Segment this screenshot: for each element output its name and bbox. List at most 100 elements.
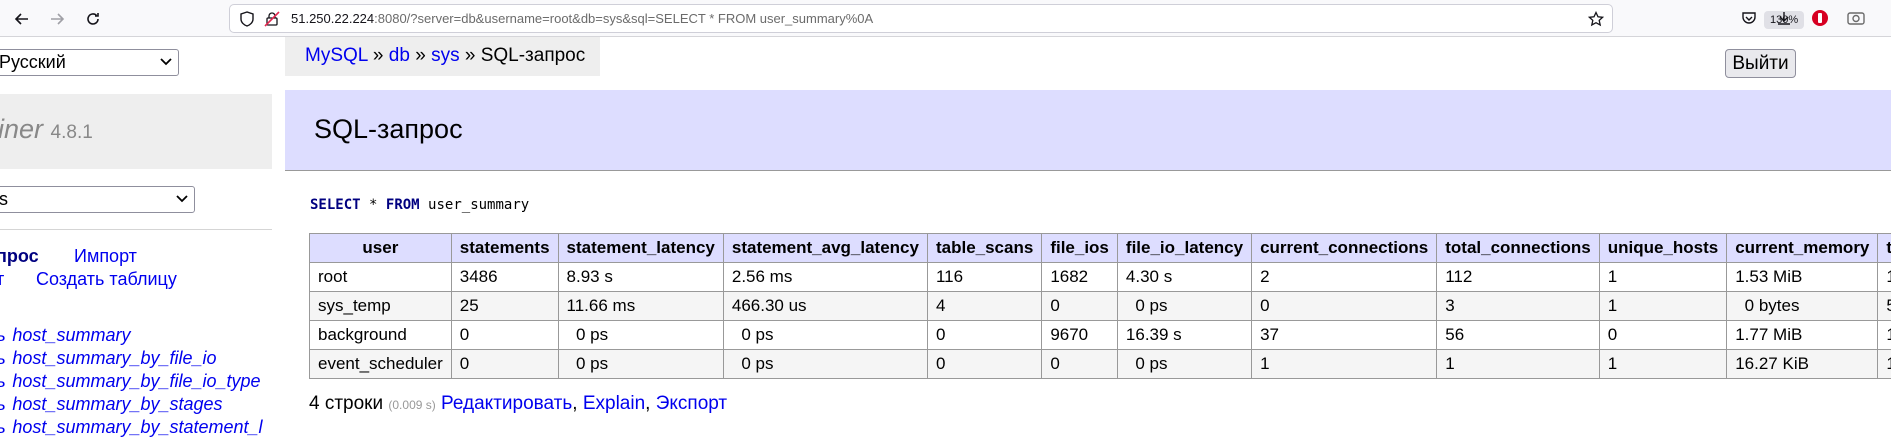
table-row: background 0 0 ps 0 ps 0 9670 16.39 s 37… bbox=[310, 321, 1891, 350]
table-cell: 4.30 s bbox=[1117, 263, 1251, 292]
table-cell: 0 bbox=[927, 321, 1041, 350]
table-cell: 1 bbox=[1878, 263, 1891, 292]
database-select[interactable]: s bbox=[0, 186, 195, 213]
download-icon[interactable] bbox=[1773, 7, 1795, 29]
table-cell: 0 ps bbox=[1117, 292, 1251, 321]
sql-keyword-from: FROM bbox=[386, 197, 420, 213]
table-cell: 0 bbox=[1042, 350, 1118, 379]
column-header[interactable]: total_connections bbox=[1437, 234, 1599, 263]
table-cell: 1 bbox=[1599, 292, 1727, 321]
table-cell: 0 bbox=[451, 321, 558, 350]
column-header[interactable]: user bbox=[310, 234, 452, 263]
table-cell: 2 bbox=[1252, 263, 1437, 292]
table-cell: 0 ps bbox=[558, 321, 723, 350]
back-icon[interactable] bbox=[10, 7, 34, 31]
sql-query-code[interactable]: SELECT * FROM user_summary bbox=[310, 197, 529, 213]
url-path: :8080/?server=db&username=root&db=sys&sq… bbox=[374, 11, 873, 26]
database-value: s bbox=[0, 189, 8, 209]
table-header-row: user statements statement_latency statem… bbox=[310, 234, 1891, 263]
breadcrumb-server[interactable]: db bbox=[389, 45, 410, 66]
column-header[interactable]: file_ios bbox=[1042, 234, 1118, 263]
table-cell: 0 bbox=[1599, 321, 1727, 350]
row-count: 4 строки bbox=[309, 393, 383, 414]
table-cell: event_scheduler bbox=[310, 350, 452, 379]
sidebar-divider bbox=[0, 229, 272, 230]
column-header[interactable]: current_connections bbox=[1252, 234, 1437, 263]
column-header[interactable]: statement_latency bbox=[558, 234, 723, 263]
table-cell: 1 bbox=[1878, 321, 1891, 350]
table-item[interactable]: ь host_summary bbox=[0, 325, 130, 346]
breadcrumb: MySQL » db » sys » SQL-запрос bbox=[285, 37, 600, 76]
app-logo[interactable]: iner 4.8.1 bbox=[0, 114, 93, 145]
reload-icon[interactable] bbox=[81, 7, 105, 31]
language-select[interactable]: Русский bbox=[0, 49, 179, 76]
results-table: user statements statement_latency statem… bbox=[309, 233, 1891, 379]
create-table-link[interactable]: Создать таблицу bbox=[36, 269, 177, 290]
sidebar: Русский iner 4.8.1 s прос Импорт т Созда… bbox=[0, 37, 272, 429]
column-header[interactable]: t bbox=[1878, 234, 1891, 263]
column-header[interactable]: statement_avg_latency bbox=[723, 234, 927, 263]
forward-icon[interactable] bbox=[45, 7, 69, 31]
pocket-icon[interactable] bbox=[1738, 7, 1760, 29]
column-header[interactable]: table_scans bbox=[927, 234, 1041, 263]
table-cell: root bbox=[310, 263, 452, 292]
sql-star: * bbox=[369, 197, 377, 213]
breadcrumb-mysql[interactable]: MySQL bbox=[305, 45, 368, 66]
table-cell: 0 bbox=[451, 350, 558, 379]
select-table-link[interactable]: ь bbox=[0, 417, 5, 437]
table-cell: 16.39 s bbox=[1117, 321, 1251, 350]
table-name[interactable]: host_summary_by_stages bbox=[12, 394, 222, 414]
app-version: 4.8.1 bbox=[51, 122, 93, 143]
shield-icon[interactable] bbox=[238, 10, 256, 28]
extension-icon[interactable] bbox=[1809, 7, 1831, 29]
import-link[interactable]: Импорт bbox=[74, 246, 137, 267]
table-name[interactable]: host_summary_by_file_io bbox=[12, 348, 216, 368]
table-item[interactable]: ь host_summary_by_file_io bbox=[0, 348, 217, 369]
table-cell: 466.30 us bbox=[723, 292, 927, 321]
column-header[interactable]: unique_hosts bbox=[1599, 234, 1727, 263]
separator-comma: , bbox=[572, 393, 577, 414]
column-header[interactable]: current_memory bbox=[1727, 234, 1878, 263]
table-cell: 0 ps bbox=[558, 350, 723, 379]
export-results-link[interactable]: Экспорт bbox=[656, 393, 727, 414]
table-name[interactable]: host_summary bbox=[12, 325, 130, 345]
table-row: event_scheduler 0 0 ps 0 ps 0 0 0 ps 1 1… bbox=[310, 350, 1891, 379]
table-cell: 1 bbox=[1599, 263, 1727, 292]
table-cell: 56 bbox=[1437, 321, 1599, 350]
table-item[interactable]: ь host_summary_by_statement_l bbox=[0, 417, 263, 438]
export-link[interactable]: т bbox=[0, 269, 4, 290]
column-header[interactable]: file_io_latency bbox=[1117, 234, 1251, 263]
camera-icon[interactable] bbox=[1845, 7, 1867, 29]
breadcrumb-trail: MySQL » db » sys » SQL-запрос bbox=[305, 45, 585, 67]
table-cell: 0 ps bbox=[723, 321, 927, 350]
table-cell: sys_temp bbox=[310, 292, 452, 321]
table-cell: 1 bbox=[1599, 350, 1727, 379]
table-cell: 4 bbox=[927, 292, 1041, 321]
logout-button[interactable]: Выйти bbox=[1725, 49, 1796, 78]
table-name[interactable]: host_summary_by_statement_l bbox=[12, 417, 262, 437]
column-header[interactable]: statements bbox=[451, 234, 558, 263]
table-name[interactable]: host_summary_by_file_io_type bbox=[12, 371, 260, 391]
page-title: SQL-запрос bbox=[314, 114, 463, 145]
bookmark-star-icon[interactable] bbox=[1587, 10, 1605, 28]
edit-link[interactable]: Редактировать bbox=[441, 393, 572, 414]
breadcrumb-database[interactable]: sys bbox=[431, 45, 460, 66]
table-cell: background bbox=[310, 321, 452, 350]
table-cell: 11.66 ms bbox=[558, 292, 723, 321]
table-cell: 3 bbox=[1437, 292, 1599, 321]
url-text[interactable]: 51.250.22.224:8080/?server=db&username=r… bbox=[291, 11, 873, 26]
table-cell: 1 bbox=[1437, 350, 1599, 379]
select-table-link[interactable]: ь bbox=[0, 348, 5, 368]
breadcrumb-separator: » bbox=[373, 45, 384, 66]
select-table-link[interactable]: ь bbox=[0, 371, 5, 391]
select-table-link[interactable]: ь bbox=[0, 325, 5, 345]
table-item[interactable]: ь host_summary_by_file_io_type bbox=[0, 371, 261, 392]
language-value: Русский bbox=[0, 52, 66, 72]
select-table-link[interactable]: ь bbox=[0, 394, 5, 414]
table-cell: 0 bbox=[1252, 292, 1437, 321]
insecure-lock-icon[interactable] bbox=[263, 10, 281, 28]
sql-query-link[interactable]: прос bbox=[0, 246, 39, 267]
address-bar[interactable]: 51.250.22.224:8080/?server=db&username=r… bbox=[229, 4, 1613, 33]
table-item[interactable]: ь host_summary_by_stages bbox=[0, 394, 223, 415]
explain-link[interactable]: Explain bbox=[583, 393, 645, 414]
